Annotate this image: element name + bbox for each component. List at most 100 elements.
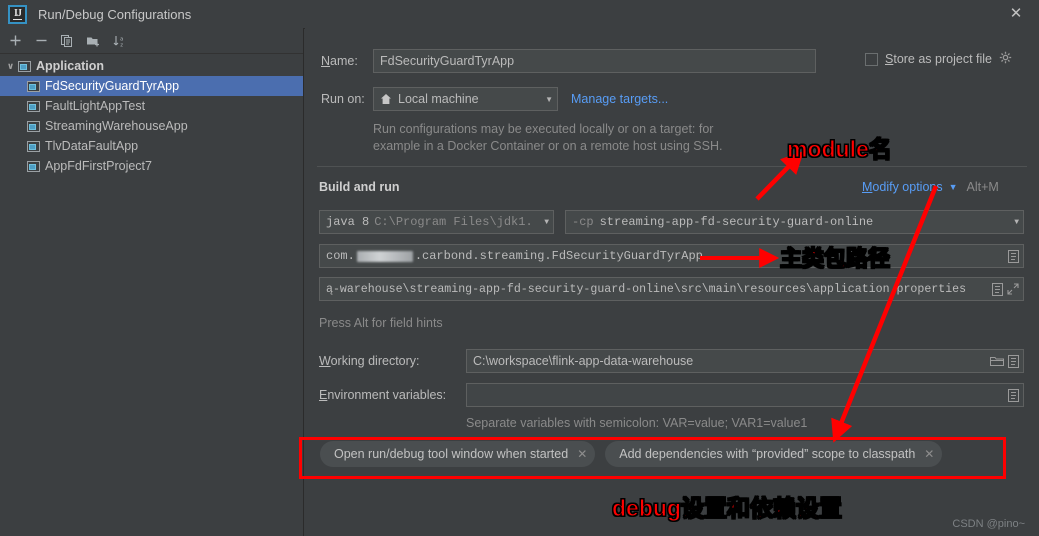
- sidebar-item-label: FdSecurityGuardTyrApp: [45, 79, 180, 93]
- application-group-icon: [18, 60, 31, 72]
- chevron-down-icon[interactable]: ▼: [1008, 218, 1019, 227]
- new-folder-icon[interactable]: [80, 29, 106, 52]
- run-on-value: Local machine: [398, 92, 479, 106]
- working-directory-input[interactable]: C:\workspace\flink-app-data-warehouse: [466, 349, 1024, 373]
- sidebar-item-label: AppFdFirstProject7: [45, 159, 152, 173]
- jdk-value-prefix: java 8: [326, 215, 370, 229]
- svg-text:z: z: [120, 42, 123, 48]
- sidebar-item-label: TlvDataFaultApp: [45, 139, 139, 153]
- wd-label-rest: orking directory:: [330, 354, 420, 368]
- modify-options-shortcut: Alt+M: [966, 180, 999, 194]
- modify-options-mnemonic: M: [862, 180, 873, 194]
- run-on-description: Run configurations may be executed local…: [373, 121, 722, 155]
- sidebar-item-streamingwarehouseapp[interactable]: StreamingWarehouseApp: [0, 116, 303, 136]
- manage-targets-link[interactable]: Manage targets...: [571, 92, 668, 106]
- expand-list-icon[interactable]: [989, 280, 1005, 298]
- home-icon: [380, 93, 392, 105]
- add-configuration-button[interactable]: [2, 29, 28, 52]
- chevron-down-icon[interactable]: ▼: [949, 182, 958, 192]
- working-directory-value: C:\workspace\flink-app-data-warehouse: [473, 354, 694, 368]
- store-as-project-file-checkbox[interactable]: [865, 52, 878, 66]
- wd-label-mnemonic: W: [319, 354, 331, 368]
- jdk-classpath-row: java 8 C:\Program Files\jdk1. ▼ -cp stre…: [319, 210, 1024, 234]
- expand-list-icon[interactable]: [1005, 352, 1021, 370]
- name-label: Name:: [321, 54, 373, 68]
- store-as-project-file-row[interactable]: Store as project file: [865, 51, 1013, 68]
- expand-editor-icon[interactable]: [1005, 280, 1021, 298]
- name-label-mnemonic: N: [321, 54, 331, 68]
- copy-configuration-icon[interactable]: [54, 29, 80, 52]
- name-row: Name: FdSecurityGuardTyrApp: [321, 49, 816, 73]
- main-class-input[interactable]: com. .carbond.streaming.FdSecurityGuardT…: [319, 244, 1024, 268]
- application-icon: [27, 80, 40, 92]
- name-input[interactable]: FdSecurityGuardTyrApp: [373, 49, 816, 73]
- sidebar-item-faultlightapptest[interactable]: FaultLightAppTest: [0, 96, 303, 116]
- application-icon: [27, 100, 40, 112]
- program-arguments-value: ą-warehouse\streaming-app-fd-security-gu…: [326, 282, 967, 296]
- description-line-1: Run configurations may be executed local…: [373, 122, 714, 136]
- sidebar-item-tlvdatafaultapp[interactable]: TlvDataFaultApp: [0, 136, 303, 156]
- env-label-rest: nvironment variables:: [327, 388, 447, 402]
- main-class-suffix: .carbond.streaming.FdSecurityGuardTyrApp: [414, 249, 703, 263]
- name-input-value: FdSecurityGuardTyrApp: [380, 54, 515, 68]
- watermark: CSDN @pino~: [952, 518, 1025, 530]
- section-divider: [317, 166, 1027, 167]
- configurations-sidebar: a z ∨ Application FdSecurityGuardTyrApp …: [0, 28, 304, 536]
- run-on-row: Run on: Local machine ▼ Manage targets..…: [321, 87, 668, 111]
- environment-hint: Separate variables with semicolon: VAR=v…: [466, 416, 808, 430]
- modify-options-row: Modify options ▼ Alt+M: [862, 180, 999, 194]
- sort-alphabetically-icon[interactable]: a z: [106, 29, 132, 52]
- sidebar-group-application[interactable]: ∨ Application: [0, 56, 303, 76]
- environment-variables-label: Environment variables:: [319, 388, 466, 402]
- annotation-module-name: module名: [787, 136, 893, 163]
- name-label-rest: ame:: [330, 54, 358, 68]
- chevron-down-icon[interactable]: ▼: [538, 218, 549, 227]
- run-on-label: Run on:: [321, 92, 365, 106]
- run-on-combobox[interactable]: Local machine ▼: [373, 87, 558, 111]
- expand-list-icon[interactable]: [1005, 386, 1021, 404]
- application-icon: [27, 160, 40, 172]
- configurations-tree: ∨ Application FdSecurityGuardTyrApp Faul…: [0, 54, 303, 176]
- window-title: Run/Debug Configurations: [38, 6, 192, 22]
- program-arguments-input[interactable]: ą-warehouse\streaming-app-fd-security-gu…: [319, 277, 1024, 301]
- sidebar-toolbar: a z: [0, 28, 303, 54]
- modify-options-link[interactable]: Modify options: [862, 180, 943, 194]
- sidebar-item-label: FaultLightAppTest: [45, 99, 146, 113]
- sidebar-group-label: Application: [36, 59, 105, 73]
- annotation-debug-and-dependency: debug设置和依赖设置: [612, 495, 843, 522]
- sidebar-item-fdsecurityguardtyrapp[interactable]: FdSecurityGuardTyrApp: [0, 76, 303, 96]
- field-hints-text: Press Alt for field hints: [319, 316, 443, 330]
- jdk-combobox[interactable]: java 8 C:\Program Files\jdk1. ▼: [319, 210, 554, 234]
- remove-configuration-button[interactable]: [28, 29, 54, 52]
- gear-icon[interactable]: [999, 51, 1013, 68]
- main-class-prefix: com.: [326, 249, 355, 263]
- environment-variables-row: Environment variables:: [319, 383, 1024, 407]
- store-as-project-file-label: Store as project file: [885, 52, 992, 66]
- main-class-redacted-block: [356, 250, 413, 262]
- close-icon[interactable]: ✕: [1007, 5, 1025, 23]
- intellij-logo-icon: IJ: [8, 4, 27, 24]
- expand-list-icon[interactable]: [1005, 247, 1021, 265]
- environment-variables-input[interactable]: [466, 383, 1024, 407]
- description-line-2: example in a Docker Container or on a re…: [373, 139, 723, 153]
- sidebar-item-label: StreamingWarehouseApp: [45, 119, 188, 133]
- classpath-prefix: -cp: [572, 215, 594, 229]
- build-and-run-title: Build and run: [319, 180, 400, 194]
- sidebar-item-appfdfirstproject7[interactable]: AppFdFirstProject7: [0, 156, 303, 176]
- application-icon: [27, 120, 40, 132]
- window-title-bar: IJ Run/Debug Configurations ✕: [0, 0, 1039, 29]
- jdk-value-path: C:\Program Files\jdk1.: [374, 215, 533, 229]
- classpath-module-combobox[interactable]: -cp streaming-app-fd-security-guard-onli…: [565, 210, 1024, 234]
- annotation-main-class-path: 主类包路径: [779, 246, 891, 272]
- annotation-highlight-box: [299, 437, 1006, 479]
- modify-options-rest: odify options: [872, 180, 943, 194]
- store-label-rest: tore as project file: [893, 52, 993, 67]
- classpath-value: streaming-app-fd-security-guard-online: [599, 215, 874, 229]
- application-icon: [27, 140, 40, 152]
- browse-folder-icon[interactable]: [989, 352, 1005, 370]
- intellij-logo-text: IJ: [13, 7, 22, 20]
- working-directory-row: Working directory: C:\workspace\flink-ap…: [319, 349, 1024, 373]
- working-directory-label: Working directory:: [319, 354, 466, 368]
- chevron-down-icon[interactable]: ∨: [4, 60, 17, 73]
- chevron-down-icon[interactable]: ▼: [539, 95, 553, 104]
